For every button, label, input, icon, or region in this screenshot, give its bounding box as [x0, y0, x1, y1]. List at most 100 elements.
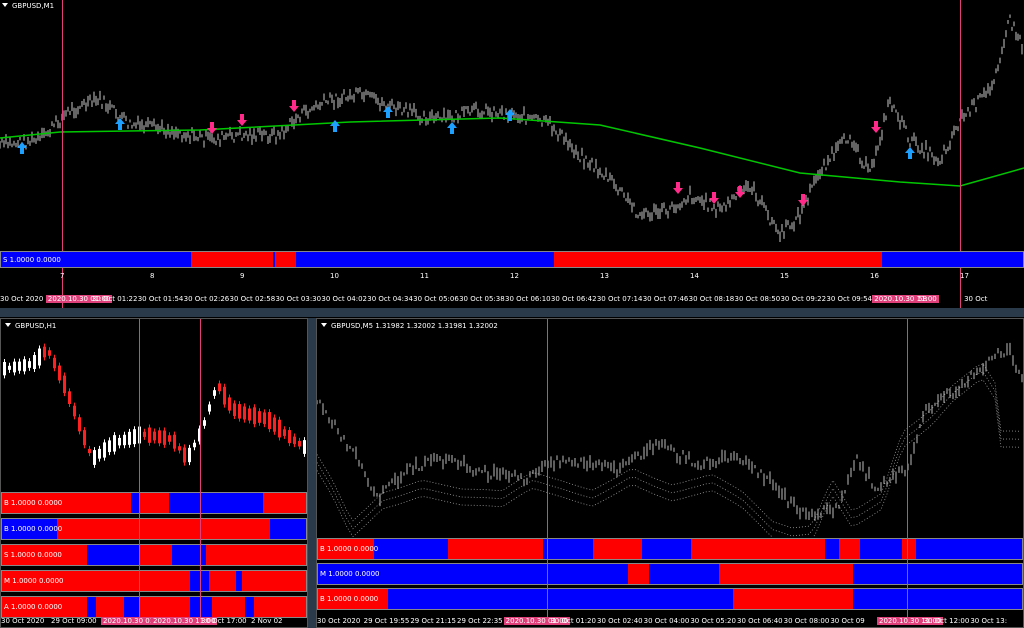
candle-body: [68, 391, 71, 404]
candle-body: [123, 434, 126, 446]
candle-body: [38, 348, 41, 366]
candle-body: [178, 446, 181, 451]
dropdown-triangle-icon[interactable]: [2, 3, 8, 7]
m5-chart-title: GBPUSD,M5 1.31982 1.32002 1.31981 1.3200…: [321, 322, 498, 330]
candle-body: [273, 417, 276, 432]
strip-segment: [205, 545, 306, 565]
strip-segment: [96, 597, 124, 617]
axis-tick-label: 30 Oct 01:54: [137, 295, 184, 303]
h1-chart-title: GBPUSD,H1: [5, 322, 56, 330]
strip-segment: [853, 564, 1022, 584]
candle-body: [188, 447, 191, 463]
marker-line: [200, 319, 201, 619]
candle-body: [208, 404, 211, 412]
candle-body: [218, 383, 221, 392]
cloud-line: [317, 371, 1020, 537]
sell-arrow-icon: [673, 182, 683, 194]
candle-body: [118, 437, 121, 446]
strip-segment: [719, 564, 854, 584]
axis-tick-label: 29 Oct 22:35: [457, 617, 503, 625]
strip-segment: [838, 539, 861, 559]
candle-body: [303, 440, 306, 454]
candle-body: [283, 429, 286, 436]
strip-segment: [87, 545, 139, 565]
candle-body: [158, 430, 161, 444]
axis-tick-label: 30 Oct 04:34: [367, 295, 413, 303]
candle-body: [293, 436, 296, 445]
dropdown-triangle-icon[interactable]: [5, 323, 11, 327]
strip-segment: [169, 493, 264, 513]
pane-divider[interactable]: [0, 308, 1024, 317]
candle-body: [143, 431, 146, 437]
buy-arrow-icon: [447, 122, 457, 134]
candle-body: [98, 448, 101, 459]
marker-line: [547, 319, 548, 619]
candle-body: [3, 362, 6, 376]
axis-tick-label: 30 Oct 08:50: [734, 295, 781, 303]
index-scale-label: 10: [330, 272, 339, 280]
candle-body: [48, 350, 51, 356]
strip-label: B 1.0000 0.0000: [4, 525, 63, 533]
index-scale-label: 14: [690, 272, 699, 280]
signal-strip: A 1.0000 0.0000: [1, 596, 307, 618]
strip-label: S 1.0000 0.0000: [4, 551, 62, 559]
axis-tick-label: 2020.10.30 11:00: [872, 295, 939, 303]
strip-segment: [242, 571, 306, 591]
axis-tick-label: 30 Oct 08:00: [783, 617, 830, 625]
index-scale-label: 8: [150, 272, 155, 280]
main-chart-symbol: GBPUSD,M1: [12, 2, 55, 10]
candle-body: [93, 450, 96, 465]
candle-body: [243, 406, 246, 420]
candle-body: [13, 361, 16, 373]
index-scale-label: 12: [510, 272, 519, 280]
candle-body: [288, 430, 291, 444]
index-scale-label: 16: [870, 272, 879, 280]
signal-strip: S 1.0000 0.0000: [1, 544, 307, 566]
axis-tick-label: 30 Oct 08:18: [688, 295, 735, 303]
strip-segment: [543, 539, 593, 559]
axis-tick-label: 30 Oct 02:58: [229, 295, 276, 303]
candle-body: [73, 405, 76, 417]
candle-body: [58, 365, 61, 381]
strip-segment: [274, 252, 297, 267]
signal-strip: B 1.0000 0.0000: [317, 588, 1023, 610]
candle-body: [298, 440, 301, 447]
strip-segment: [853, 589, 1022, 609]
main-chart-pane[interactable]: GBPUSD,M1: [0, 0, 1024, 247]
strip-segment: [592, 539, 642, 559]
axis-tick-label: 30 Oct 06:42: [550, 295, 597, 303]
strip-label: A 1.0000 0.0000: [4, 603, 63, 611]
axis-tick-label: 30 Oct 07:46: [642, 295, 689, 303]
axis-tick-label: 30 Oct 03:30: [275, 295, 322, 303]
axis-tick-label: 30 Oct 07:14: [596, 295, 643, 303]
h1-chart-pane[interactable]: GBPUSD,H1 B 1.0000 0.0000 B 1.0000 0.0000…: [0, 318, 308, 628]
axis-tick-label: 29 Oct 19:55: [363, 617, 410, 625]
candle-body: [53, 357, 56, 369]
index-scale-label: 13: [600, 272, 609, 280]
pane-divider-vertical[interactable]: [308, 318, 316, 628]
buy-arrow-icon: [905, 147, 915, 159]
strip-segment: [138, 597, 191, 617]
m5-chart-pane[interactable]: GBPUSD,M5 1.31982 1.32002 1.31981 1.3200…: [316, 318, 1024, 628]
axis-tick-label: 30 Oct 05:06: [413, 295, 459, 303]
index-scale-label: 11: [420, 272, 429, 280]
axis-tick-label: 30 Oct 04:00: [643, 617, 690, 625]
axis-tick-label: 30 Oct 06:40: [737, 617, 783, 625]
axis-tick-label: 30 Oct 02:40: [597, 617, 643, 625]
candle-body: [43, 346, 46, 358]
candle-body: [213, 390, 216, 396]
dropdown-triangle-icon[interactable]: [321, 323, 327, 327]
axis-tick-label: 58: [918, 295, 928, 303]
axis-tick-label: 30 Oct 01:20: [550, 617, 596, 625]
buy-arrow-icon: [330, 120, 340, 132]
strip-label: B 1.0000 0.0000: [4, 499, 63, 507]
strip-segment: [916, 539, 1022, 559]
sell-arrow-icon: [289, 100, 299, 112]
axis-tick-label: 30 Oct 2020: [1, 617, 45, 625]
candle-body: [83, 430, 86, 446]
signal-strip: M 1.0000 0.0000: [317, 563, 1023, 585]
index-scale-label: 17: [960, 272, 969, 280]
strip-label: B 1.0000 0.0000: [320, 545, 379, 553]
candle-body: [228, 397, 231, 411]
signal-strip: M 1.0000 0.0000: [1, 570, 307, 592]
